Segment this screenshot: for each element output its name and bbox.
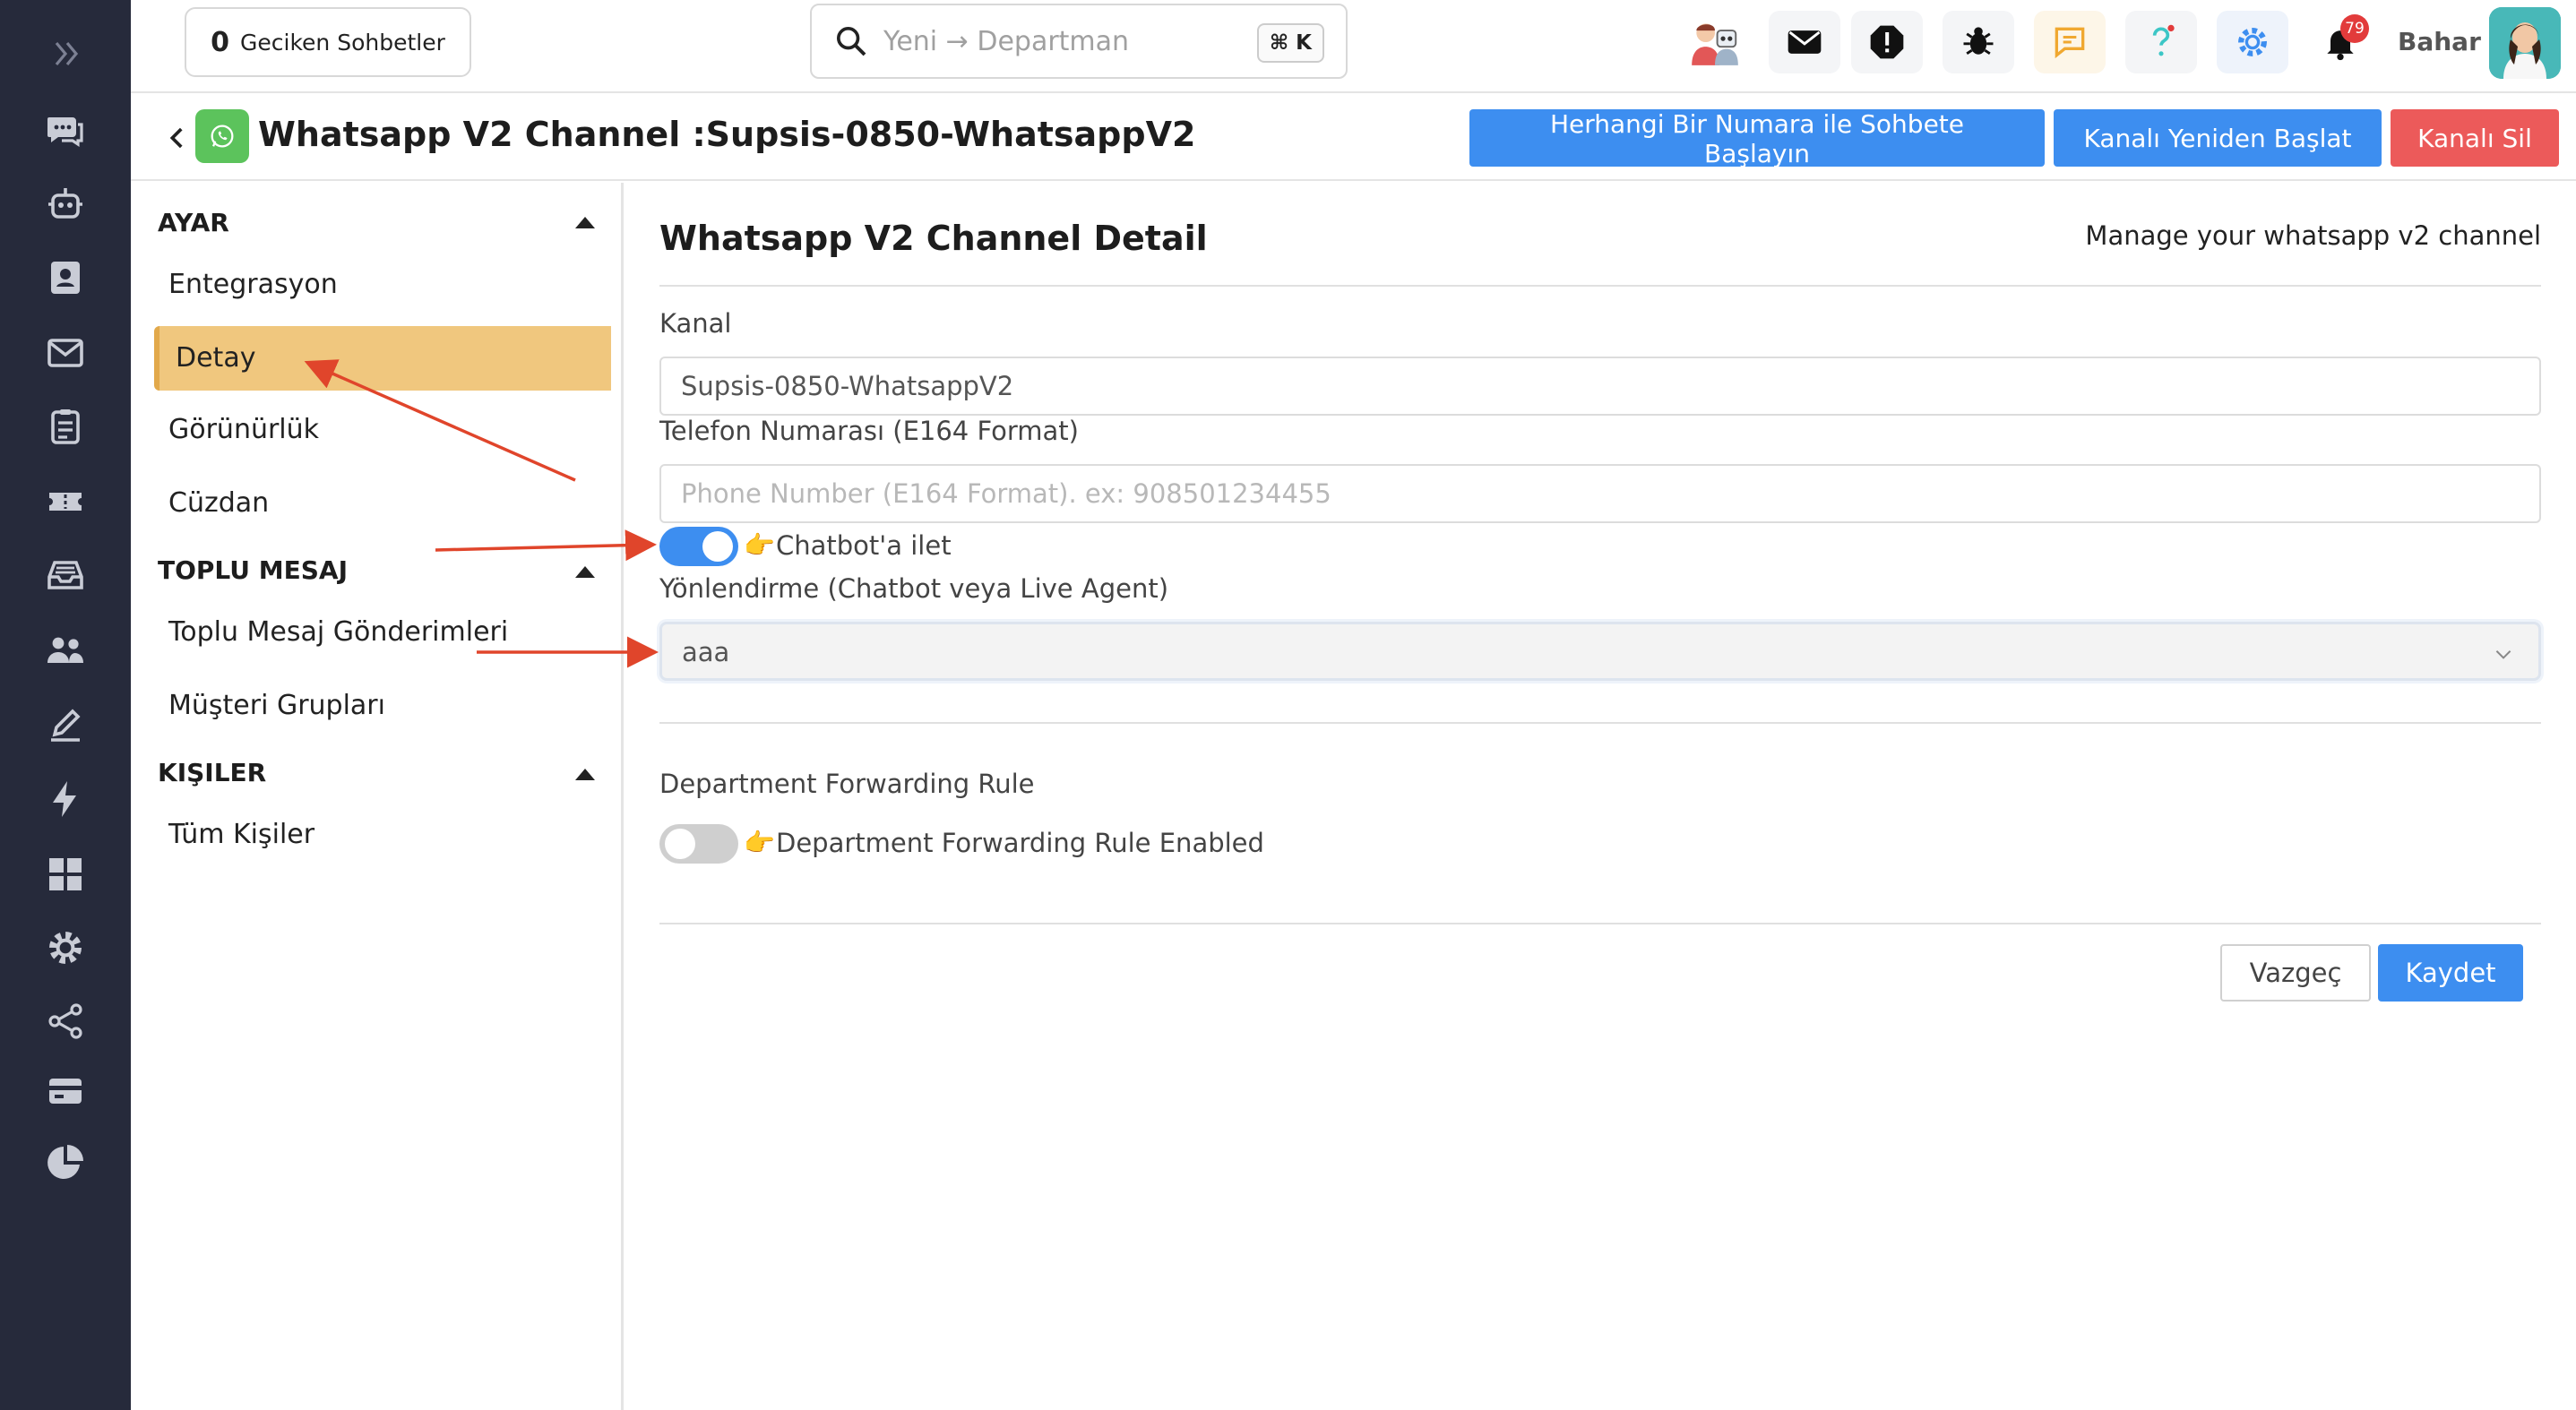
search-box[interactable]: ⌘ K bbox=[810, 4, 1348, 79]
toggle-knob bbox=[665, 829, 695, 859]
nav-item-wallet[interactable]: Cüzdan bbox=[168, 487, 269, 519]
nav-item-all-contacts[interactable]: Tüm Kişiler bbox=[168, 819, 314, 850]
toggle-knob bbox=[702, 531, 733, 562]
search-icon bbox=[837, 27, 866, 56]
section-title-settings: AYAR bbox=[158, 208, 229, 237]
nav-item-integration[interactable]: Entegrasyon bbox=[168, 269, 338, 300]
alert-icon[interactable] bbox=[1851, 11, 1923, 73]
chatbot-forward-label: Chatbot'a ilet bbox=[776, 530, 952, 561]
bug-icon[interactable] bbox=[1943, 11, 2014, 73]
share-icon[interactable] bbox=[34, 994, 97, 1048]
divider bbox=[659, 285, 2541, 287]
routing-selected-value: aaa bbox=[682, 637, 730, 667]
department-rule-toggle[interactable] bbox=[659, 824, 738, 864]
mail-icon[interactable] bbox=[1769, 11, 1840, 73]
panel-subtitle: Manage your whatsapp v2 channel bbox=[2085, 220, 2541, 251]
payment-card-icon[interactable] bbox=[34, 1064, 97, 1118]
late-chats-count: 0 bbox=[211, 26, 229, 58]
department-rule-label: Department Forwarding Rule Enabled bbox=[776, 828, 1264, 858]
save-button[interactable]: Kaydet bbox=[2378, 944, 2523, 1002]
lightning-icon[interactable] bbox=[34, 772, 97, 826]
user-name[interactable]: Bahar bbox=[2398, 27, 2481, 56]
chats-icon[interactable] bbox=[34, 103, 97, 157]
nav-item-bulk-sends[interactable]: Toplu Mesaj Gönderimleri bbox=[168, 616, 508, 648]
pie-chart-icon[interactable] bbox=[34, 1136, 97, 1190]
whatsapp-icon bbox=[195, 109, 249, 163]
nav-item-customer-groups[interactable]: Müşteri Grupları bbox=[168, 690, 385, 721]
users-group-icon[interactable] bbox=[34, 623, 97, 677]
department-rule-title: Department Forwarding Rule bbox=[659, 769, 1035, 799]
user-avatar[interactable] bbox=[2489, 7, 2561, 79]
notifications-bell-icon[interactable]: 79 bbox=[2305, 11, 2376, 73]
cancel-button[interactable]: Vazgeç bbox=[2220, 944, 2371, 1002]
contacts-book-icon[interactable] bbox=[34, 251, 97, 305]
page-title: Whatsapp V2 Channel :Supsis-0850-Whatsap… bbox=[258, 115, 1196, 154]
channel-header: Whatsapp V2 Channel :Supsis-0850-Whatsap… bbox=[131, 95, 2576, 181]
search-input[interactable] bbox=[882, 24, 1222, 58]
routing-label: Yönlendirme (Chatbot veya Live Agent) bbox=[659, 573, 1169, 604]
routing-select[interactable]: aaa bbox=[659, 622, 2541, 681]
section-title-bulk-message: TOPLU MESAJ bbox=[158, 555, 348, 585]
settings-gear-icon[interactable] bbox=[34, 921, 97, 975]
top-bar: 0 Geciken Sohbetler ⌘ K 79 Bah bbox=[131, 0, 2576, 93]
expand-sidebar-icon[interactable] bbox=[34, 27, 97, 81]
back-chevron-icon[interactable] bbox=[158, 118, 197, 158]
search-shortcut-hint: ⌘ K bbox=[1256, 23, 1324, 63]
ticket-icon[interactable] bbox=[34, 475, 97, 529]
late-chats-label: Geciken Sohbetler bbox=[240, 29, 445, 56]
pointing-hand-icon: 👉 bbox=[744, 530, 775, 560]
nav-item-visibility[interactable]: Görünürlük bbox=[168, 414, 319, 445]
settings-subnav: AYAR Entegrasyon Detay Görünürlük Cüzdan… bbox=[131, 183, 624, 1410]
mail-icon[interactable] bbox=[34, 326, 97, 380]
nav-item-detail[interactable]: Detay bbox=[154, 326, 611, 391]
section-title-contacts: KIŞILER bbox=[158, 758, 267, 787]
caret-up-icon[interactable] bbox=[575, 769, 595, 780]
restart-channel-button[interactable]: Kanalı Yeniden Başlat bbox=[2054, 109, 2382, 167]
clipboard-icon[interactable] bbox=[34, 400, 97, 453]
panel-title: Whatsapp V2 Channel Detail bbox=[659, 219, 1208, 258]
help-icon[interactable] bbox=[2125, 11, 2197, 73]
caret-up-icon[interactable] bbox=[575, 217, 595, 228]
edit-icon[interactable] bbox=[34, 699, 97, 752]
inbox-icon[interactable] bbox=[34, 548, 97, 602]
pointing-hand-icon: 👉 bbox=[744, 828, 775, 857]
delete-channel-button[interactable]: Kanalı Sil bbox=[2391, 109, 2559, 167]
phone-label: Telefon Numarası (E164 Format) bbox=[659, 416, 1079, 446]
channel-name-input[interactable] bbox=[659, 357, 2541, 416]
chatbot-forward-toggle[interactable] bbox=[659, 527, 738, 566]
late-chats-button[interactable]: 0 Geciken Sohbetler bbox=[185, 7, 471, 77]
chatbot-icon[interactable] bbox=[34, 177, 97, 231]
nav-item-detail-label: Detay bbox=[176, 342, 256, 374]
main-sidebar bbox=[0, 0, 131, 1410]
phone-number-input[interactable] bbox=[659, 464, 2541, 523]
divider bbox=[659, 722, 2541, 724]
start-chat-with-number-button[interactable]: Herhangi Bir Numara ile Sohbete Başlayın bbox=[1469, 109, 2045, 168]
divider bbox=[659, 923, 2541, 924]
settings-gear-icon[interactable] bbox=[2217, 11, 2288, 73]
dashboard-grid-icon[interactable] bbox=[34, 847, 97, 901]
channel-label: Kanal bbox=[659, 308, 732, 339]
notification-count-badge: 79 bbox=[2340, 14, 2369, 43]
agent-bot-icon[interactable] bbox=[1679, 11, 1751, 73]
caret-up-icon[interactable] bbox=[575, 566, 595, 578]
chevron-down-icon bbox=[2495, 650, 2511, 659]
feedback-icon[interactable] bbox=[2034, 11, 2106, 73]
